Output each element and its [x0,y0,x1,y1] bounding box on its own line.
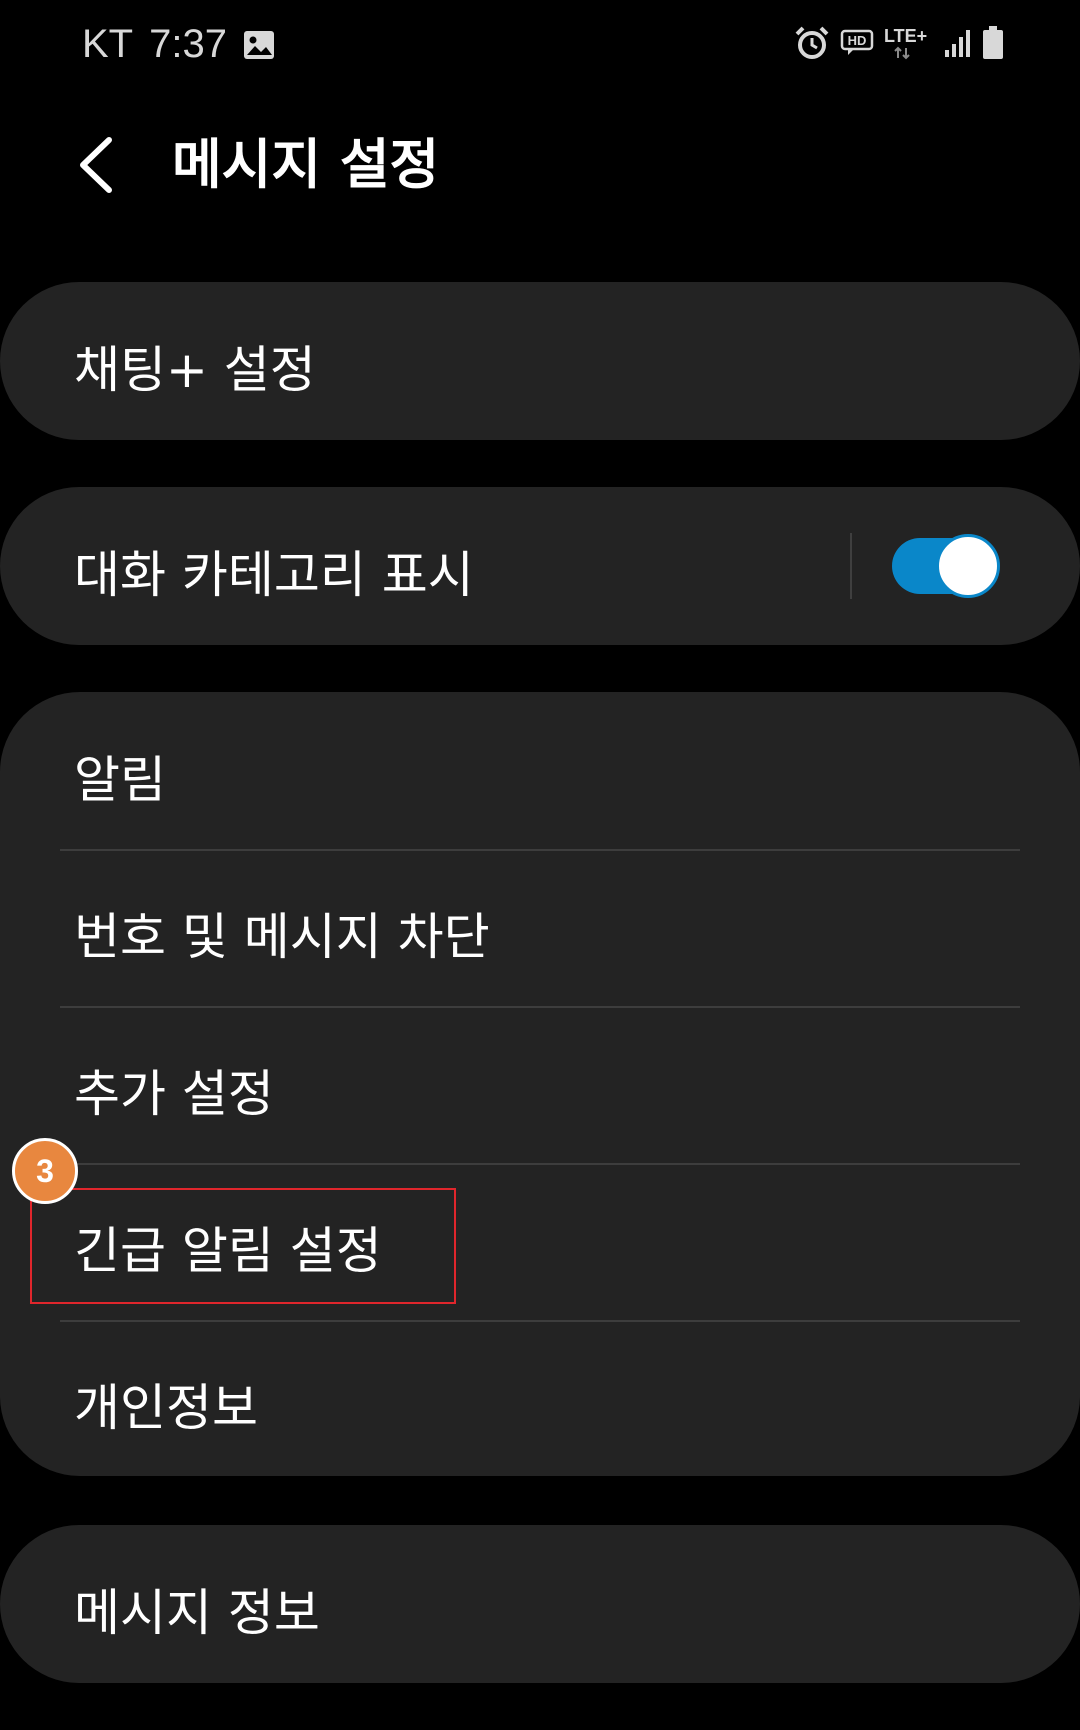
divider [60,849,1020,851]
lte-icon: LTE+ [884,26,934,60]
chat-plus-settings-label: 채팅+ 설정 [74,341,316,399]
settings-group-card: 알림 번호 및 메시지 차단 추가 설정 긴급 알림 설정 개인정보 [0,692,1080,1476]
chevron-left-icon [80,137,112,193]
conversation-categories-toggle[interactable] [892,534,1000,598]
app-header: 메시지 설정 [0,110,1080,220]
back-button[interactable] [60,130,130,200]
status-bar: KT 7:37 HD LTE+ [0,0,1080,100]
chat-plus-settings-item[interactable]: 채팅+ 설정 [0,282,1080,440]
page-title: 메시지 설정 [172,133,440,196]
divider [60,1320,1020,1322]
more-settings-item[interactable]: 추가 설정 [74,1054,274,1126]
notifications-item[interactable]: 알림 [74,740,166,812]
signal-icon [944,28,972,58]
status-right: HD LTE+ [794,26,1004,60]
conversation-categories-label: 대화 카테고리 표시 [74,546,474,604]
divider [60,1006,1020,1008]
conversation-categories-item[interactable]: 대화 카테고리 표시 [0,487,1080,645]
carrier-label: KT [82,22,134,66]
hd-label: HD [848,33,867,48]
clock-time: 7:37 [149,22,227,66]
about-messages-label: 메시지 정보 [74,1584,320,1642]
step-number-badge: 3 [12,1138,78,1204]
hd-voice-icon: HD [840,29,874,57]
status-left: KT 7:37 [82,22,275,67]
image-icon [243,30,275,60]
highlight-box [30,1188,456,1304]
toggle-knob [936,534,1000,598]
block-numbers-messages-item[interactable]: 번호 및 메시지 차단 [74,897,490,969]
divider [60,1163,1020,1165]
battery-icon [982,26,1004,60]
toggle-divider [850,533,852,599]
network-label: LTE+ [884,26,927,46]
alarm-icon [794,26,830,60]
about-messages-item[interactable]: 메시지 정보 [0,1525,1080,1683]
privacy-item[interactable]: 개인정보 [74,1368,258,1440]
